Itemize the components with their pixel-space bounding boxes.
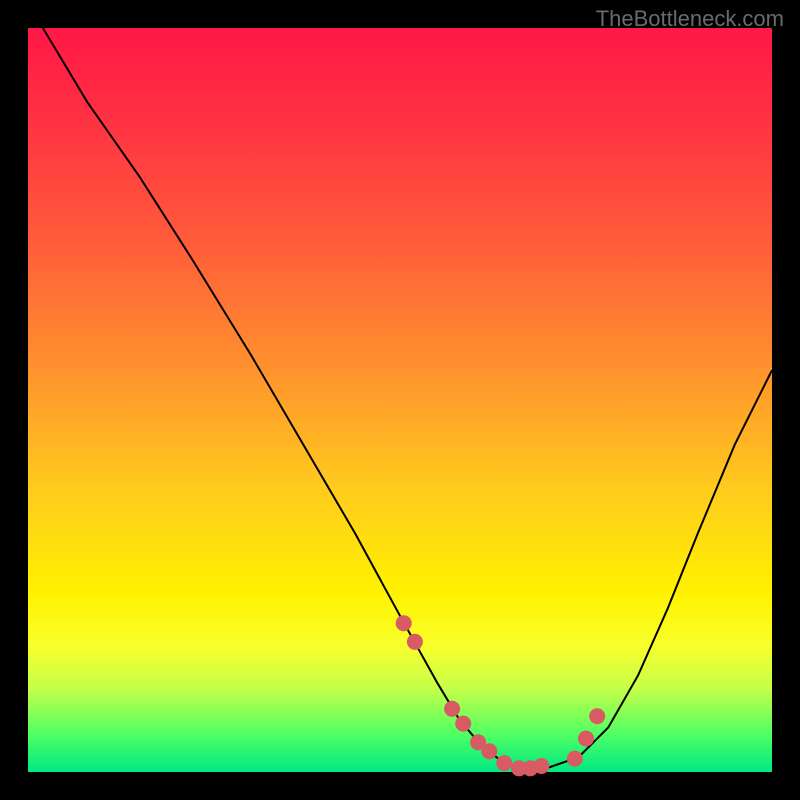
highlight-dot — [481, 743, 497, 759]
highlight-dots-group — [396, 615, 606, 776]
bottleneck-chart — [28, 28, 772, 772]
highlight-dot — [589, 708, 605, 724]
highlight-dot — [455, 716, 471, 732]
bottleneck-curve-line — [43, 28, 772, 770]
highlight-dot — [578, 731, 594, 747]
highlight-dot — [496, 755, 512, 771]
highlight-dot — [567, 751, 583, 767]
highlight-dot — [444, 701, 460, 717]
watermark-text: TheBottleneck.com — [596, 6, 784, 32]
highlight-dot — [533, 758, 549, 774]
highlight-dot — [396, 615, 412, 631]
highlight-dot — [407, 634, 423, 650]
